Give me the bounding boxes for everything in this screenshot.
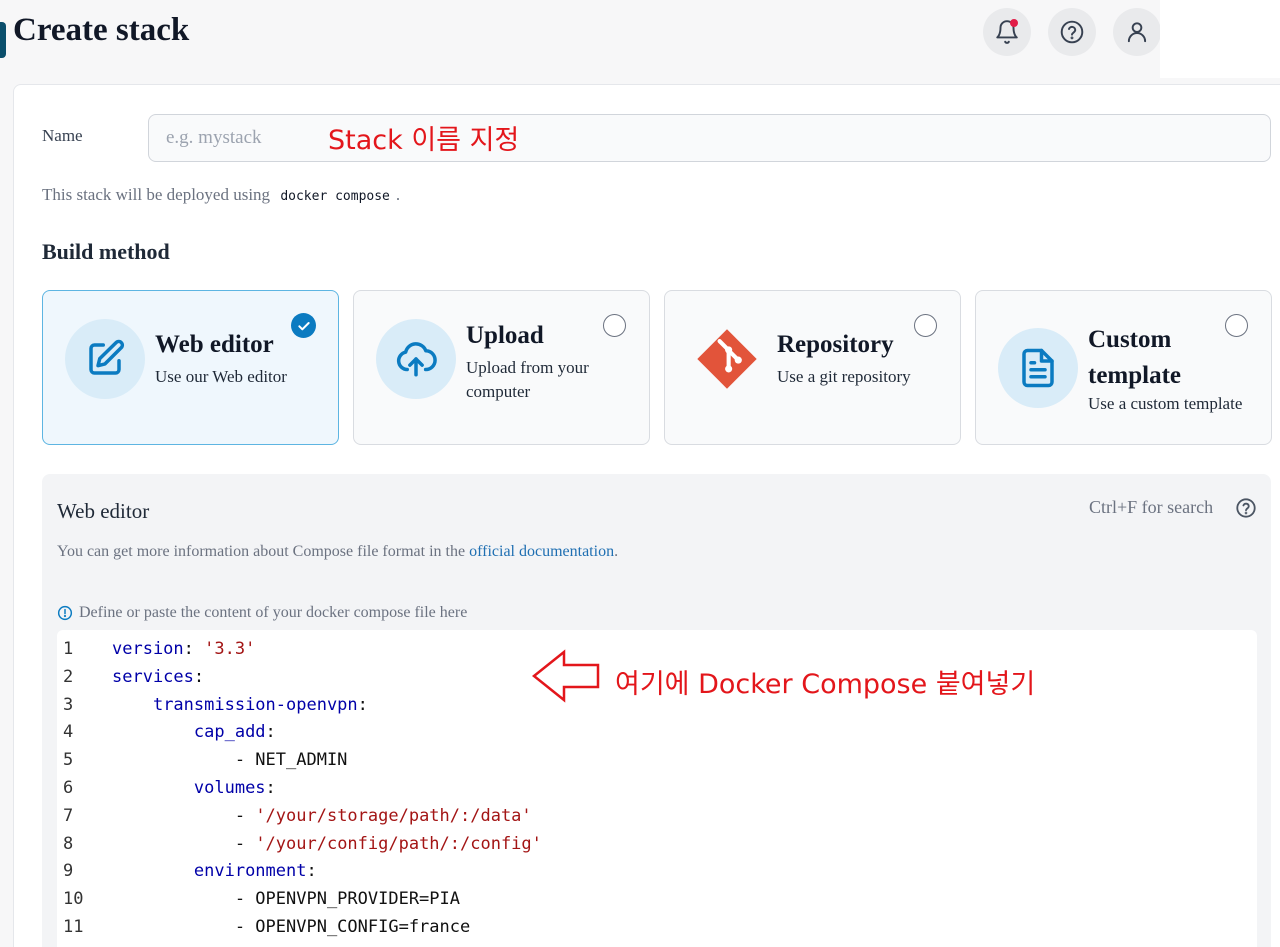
- code-text: - '/your/storage/path/:/data': [234, 805, 532, 826]
- page-header: Create stack: [0, 0, 1161, 84]
- web-editor-desc: Use our Web editor: [155, 367, 287, 386]
- code-text: environment:: [193, 861, 317, 882]
- line-number: 1: [63, 639, 74, 659]
- user-menu-button[interactable]: [1113, 8, 1161, 56]
- line-number: 9: [63, 861, 74, 882]
- name-annotation: Stack 이름 지정: [328, 125, 520, 156]
- compose-info-suffix: .: [614, 543, 619, 560]
- define-note-text: Define or paste the content of your dock…: [79, 604, 468, 621]
- build-method-custom-template[interactable]: Custom template Use a custom template: [975, 290, 1272, 445]
- build-method-upload[interactable]: Upload Upload from your computer: [353, 290, 650, 445]
- selected-check-icon: [291, 313, 316, 338]
- code-line: 9 environment:: [57, 857, 1257, 885]
- name-label: Name: [42, 126, 83, 145]
- code-line: 5 - NET_ADMIN: [57, 746, 1257, 774]
- corner-blank: [1160, 0, 1280, 78]
- line-number: 5: [63, 750, 74, 771]
- compose-info: You can get more information about Compo…: [57, 543, 618, 561]
- file-text-icon: [1022, 348, 1054, 388]
- deploy-note-code: docker compose: [280, 189, 390, 204]
- deploy-note-suffix: .: [395, 185, 401, 204]
- help-button[interactable]: [1048, 8, 1096, 56]
- web-editor-section-title: Web editor: [57, 499, 150, 523]
- code-line: 1 version: '3.3': [57, 635, 1257, 663]
- web-editor-icon-circle: [65, 319, 145, 399]
- code-text: - '/your/config/path/:/config': [234, 833, 542, 854]
- help-icon: [1060, 20, 1084, 44]
- notification-dot: [1010, 19, 1018, 27]
- header-accent-bar: [0, 22, 6, 58]
- line-number: 3: [63, 694, 74, 715]
- code-line: 11 - OPENVPN_CONFIG=france: [57, 913, 1257, 941]
- repository-icon-circle: [687, 319, 767, 399]
- custom-template-desc: Use a custom template: [1088, 394, 1243, 413]
- code-text: - OPENVPN_PROVIDER=PIA: [234, 889, 460, 910]
- code-text: transmission-openvpn:: [152, 694, 368, 715]
- git-icon: [697, 329, 757, 389]
- page-title: Create stack: [13, 12, 190, 48]
- line-number: 8: [63, 833, 74, 854]
- code-text: volumes:: [193, 778, 276, 798]
- compose-info-text: You can get more information about Compo…: [57, 543, 466, 560]
- code-text: cap_add:: [193, 722, 276, 743]
- line-number: 4: [63, 722, 74, 743]
- code-line: 7 - '/your/storage/path/:/data': [57, 802, 1257, 830]
- custom-template-radio[interactable]: [1225, 314, 1248, 337]
- notifications-button[interactable]: [983, 8, 1031, 56]
- upload-radio[interactable]: [603, 314, 626, 337]
- code-line: 8 - '/your/config/path/:/config': [57, 830, 1257, 858]
- repository-title: Repository: [777, 331, 894, 358]
- line-number: 11: [63, 917, 84, 937]
- arrow-left-annotation-icon: [531, 649, 600, 703]
- define-note: Define or paste the content of your dock…: [57, 604, 467, 622]
- compose-annotation: 여기에 Docker Compose 붙여넣기: [615, 669, 1036, 700]
- upload-desc: Upload from your computer: [466, 358, 589, 401]
- line-number: 2: [63, 666, 74, 687]
- line-number: 10: [63, 889, 84, 910]
- build-method-repository[interactable]: Repository Use a git repository: [664, 290, 961, 445]
- line-number: 7: [63, 805, 74, 826]
- web-editor-title: Web editor: [155, 331, 274, 358]
- upload-title: Upload: [466, 322, 544, 349]
- code-line: 4 cap_add:: [57, 718, 1257, 746]
- user-icon: [1127, 22, 1147, 43]
- code-text: version: '3.3': [112, 639, 256, 659]
- official-documentation-link[interactable]: official documentation: [469, 543, 614, 560]
- cloud-upload-icon: [396, 342, 437, 377]
- deploy-note-text: This stack will be deployed using: [42, 185, 271, 204]
- stack-name-input[interactable]: [148, 114, 1271, 162]
- code-text: - NET_ADMIN: [234, 750, 348, 771]
- repository-desc: Use a git repository: [777, 367, 911, 386]
- code-line: 6 volumes:: [57, 774, 1257, 802]
- repository-radio[interactable]: [914, 314, 937, 337]
- build-method-title: Build method: [42, 239, 170, 264]
- help-icon[interactable]: [1235, 497, 1257, 519]
- edit-icon: [89, 339, 125, 375]
- build-method-web-editor[interactable]: Web editor Use our Web editor: [42, 290, 339, 445]
- code-text: services:: [112, 666, 205, 687]
- deploy-note: This stack will be deployed using docker…: [42, 185, 400, 205]
- custom-template-icon-circle: [998, 328, 1078, 408]
- code-line: 10 - OPENVPN_PROVIDER=PIA: [57, 885, 1257, 913]
- code-text: - OPENVPN_CONFIG=france: [234, 917, 471, 937]
- search-hint: Ctrl+F for search: [1089, 497, 1214, 517]
- info-icon: [57, 605, 73, 621]
- upload-icon-circle: [376, 319, 456, 399]
- line-number: 6: [63, 778, 74, 798]
